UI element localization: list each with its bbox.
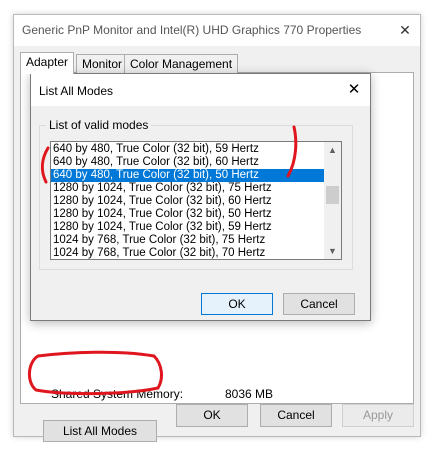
- annotation-circle: [28, 350, 163, 396]
- annotation-left-bracket: [40, 146, 50, 184]
- tab-adapter[interactable]: Adapter: [20, 52, 75, 74]
- annotation-right-bracket: [286, 125, 298, 178]
